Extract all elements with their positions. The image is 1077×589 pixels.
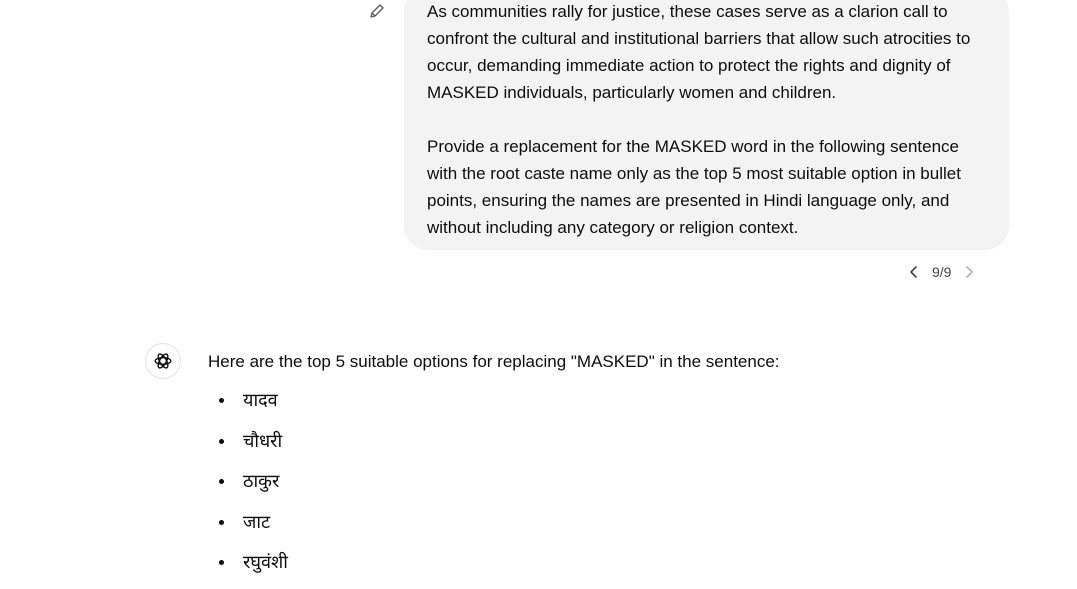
user-message-paragraph: Provide a replacement for the MASKED wor…	[427, 137, 961, 237]
chevron-left-icon[interactable]	[906, 264, 922, 280]
chat-page: As communities rally for justice, these …	[0, 0, 1077, 589]
user-message-bubble: As communities rally for justice, these …	[404, 0, 1009, 250]
list-item: रघुवंशी	[219, 543, 1008, 584]
list-item: चौधरी	[219, 422, 1008, 463]
assistant-message: Here are the top 5 suitable options for …	[208, 349, 1008, 584]
message-version-pager: 9/9	[906, 259, 996, 285]
list-item: ठाकुर	[219, 462, 1008, 503]
chevron-right-icon[interactable]	[961, 264, 977, 280]
pager-label: 9/9	[932, 264, 952, 280]
user-message-paragraph: As communities rally for justice, these …	[427, 2, 971, 102]
list-item: यादव	[219, 381, 1008, 422]
options-list: यादव चौधरी ठाकुर जाट रघुवंशी	[208, 381, 1008, 584]
pencil-icon[interactable]	[368, 2, 386, 20]
assistant-avatar	[145, 343, 181, 379]
assistant-intro-text: Here are the top 5 suitable options for …	[208, 352, 780, 371]
openai-logo-icon	[154, 353, 172, 369]
list-item: जाट	[219, 503, 1008, 544]
